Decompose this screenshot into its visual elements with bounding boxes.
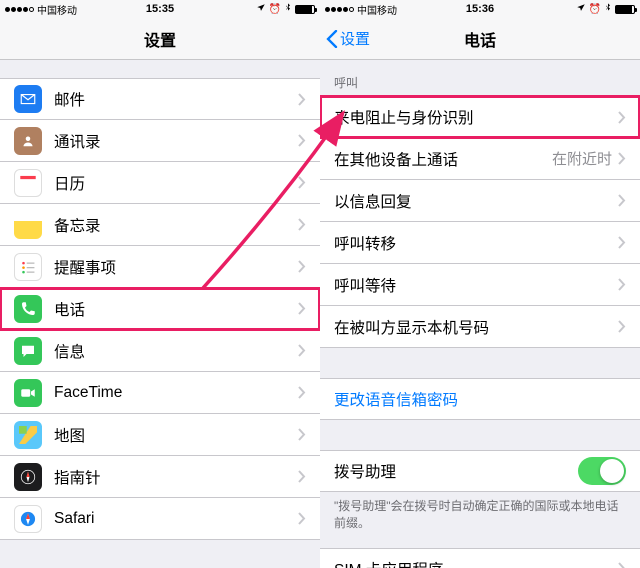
settings-item-mail[interactable]: 邮件 (0, 78, 320, 120)
settings-item-safari[interactable]: Safari (0, 498, 320, 540)
clock: 15:35 (146, 3, 174, 15)
call-forwarding-item[interactable]: 呼叫转移 (320, 222, 640, 264)
phone-settings-screen: 中国移动 15:36 ⏰ 设置 电话 呼叫 来电阻止与身份识别 (320, 0, 640, 568)
bluetooth-icon (284, 3, 292, 16)
reminders-icon (14, 253, 42, 281)
dial-assist-toggle[interactable] (578, 457, 626, 485)
battery-icon (295, 5, 315, 14)
maps-icon (14, 421, 42, 449)
settings-item-calendar[interactable]: 日历 (0, 162, 320, 204)
location-icon (576, 3, 586, 16)
compass-icon (14, 463, 42, 491)
section-header-call: 呼叫 (320, 60, 640, 96)
mail-icon (14, 85, 42, 113)
chevron-right-icon (298, 218, 306, 231)
chevron-right-icon (298, 176, 306, 189)
chevron-right-icon (298, 512, 306, 525)
item-label: 日历 (54, 172, 298, 194)
chevron-right-icon (618, 320, 626, 333)
item-label: 地图 (54, 424, 298, 446)
page-title: 电话 (464, 27, 496, 51)
item-label: 信息 (54, 340, 298, 362)
settings-item-phone[interactable]: 电话 (0, 288, 320, 330)
phone-icon (14, 295, 42, 323)
signal-dots-icon (5, 7, 34, 12)
item-label: 在被叫方显示本机号码 (334, 316, 618, 338)
item-label: 呼叫转移 (334, 232, 618, 254)
carrier-label: 中国移动 (37, 2, 77, 17)
chevron-right-icon (618, 194, 626, 207)
item-label: 备忘录 (54, 214, 298, 236)
nav-bar: 设置 电话 (320, 18, 640, 60)
settings-screen: 中国移动 15:35 ⏰ 设置 邮件 通讯录 (0, 0, 320, 568)
call-blocking-item[interactable]: 来电阻止与身份识别 (320, 96, 640, 138)
facetime-icon (14, 379, 42, 407)
show-caller-id-item[interactable]: 在被叫方显示本机号码 (320, 306, 640, 348)
dial-assist-item[interactable]: 拨号助理 (320, 450, 640, 492)
item-label: 通讯录 (54, 130, 298, 152)
settings-item-maps[interactable]: 地图 (0, 414, 320, 456)
chevron-right-icon (298, 344, 306, 357)
settings-item-compass[interactable]: 指南针 (0, 456, 320, 498)
signal-dots-icon (325, 7, 354, 12)
nav-bar: 设置 (0, 18, 320, 60)
item-label: Safari (54, 510, 298, 528)
item-label: SIM 卡应用程序 (334, 558, 618, 568)
respond-with-text-item[interactable]: 以信息回复 (320, 180, 640, 222)
back-label: 设置 (340, 28, 370, 49)
page-title: 设置 (144, 27, 176, 51)
dial-assist-footnote: "拨号助理"会在拨号时自动确定正确的国际或本地电话前缀。 (320, 492, 640, 542)
bluetooth-icon (604, 3, 612, 16)
status-bar: 中国移动 15:35 ⏰ (0, 0, 320, 18)
chevron-right-icon (618, 236, 626, 249)
calls-on-other-devices-item[interactable]: 在其他设备上通话 在附近时 (320, 138, 640, 180)
item-label: 拨号助理 (334, 460, 578, 482)
chevron-right-icon (618, 111, 626, 124)
messages-icon (14, 337, 42, 365)
item-label: 来电阻止与身份识别 (334, 106, 618, 128)
chevron-right-icon (298, 302, 306, 315)
clock: 15:36 (466, 3, 494, 15)
settings-item-contacts[interactable]: 通讯录 (0, 120, 320, 162)
chevron-right-icon (298, 470, 306, 483)
chevron-right-icon (298, 93, 306, 106)
chevron-right-icon (618, 562, 626, 568)
alarm-icon: ⏰ (589, 4, 601, 15)
settings-item-reminders[interactable]: 提醒事项 (0, 246, 320, 288)
chevron-right-icon (298, 260, 306, 273)
settings-item-notes[interactable]: 备忘录 (0, 204, 320, 246)
item-label: 电话 (54, 298, 298, 320)
item-label: 呼叫等待 (334, 274, 618, 296)
call-waiting-item[interactable]: 呼叫等待 (320, 264, 640, 306)
calendar-icon (14, 169, 42, 197)
chevron-right-icon (298, 428, 306, 441)
item-label: 以信息回复 (334, 190, 618, 212)
change-voicemail-password-item[interactable]: 更改语音信箱密码 (320, 378, 640, 420)
chevron-right-icon (298, 134, 306, 147)
settings-item-messages[interactable]: 信息 (0, 330, 320, 372)
chevron-right-icon (298, 386, 306, 399)
sim-applications-item[interactable]: SIM 卡应用程序 (320, 548, 640, 568)
alarm-icon: ⏰ (269, 4, 281, 15)
chevron-right-icon (618, 152, 626, 165)
settings-item-facetime[interactable]: FaceTime (0, 372, 320, 414)
back-button[interactable]: 设置 (326, 28, 370, 49)
contacts-icon (14, 127, 42, 155)
notes-icon (14, 211, 42, 239)
safari-icon (14, 505, 42, 533)
item-label: 提醒事项 (54, 256, 298, 278)
item-label: 邮件 (54, 88, 298, 110)
chevron-left-icon (326, 30, 338, 48)
battery-icon (615, 5, 635, 14)
item-detail: 在附近时 (552, 148, 612, 169)
item-label: 指南针 (54, 466, 298, 488)
item-label: 更改语音信箱密码 (334, 388, 626, 410)
carrier-label: 中国移动 (357, 2, 397, 17)
location-icon (256, 3, 266, 16)
status-bar: 中国移动 15:36 ⏰ (320, 0, 640, 18)
chevron-right-icon (618, 278, 626, 291)
item-label: 在其他设备上通话 (334, 148, 552, 170)
item-label: FaceTime (54, 384, 298, 402)
